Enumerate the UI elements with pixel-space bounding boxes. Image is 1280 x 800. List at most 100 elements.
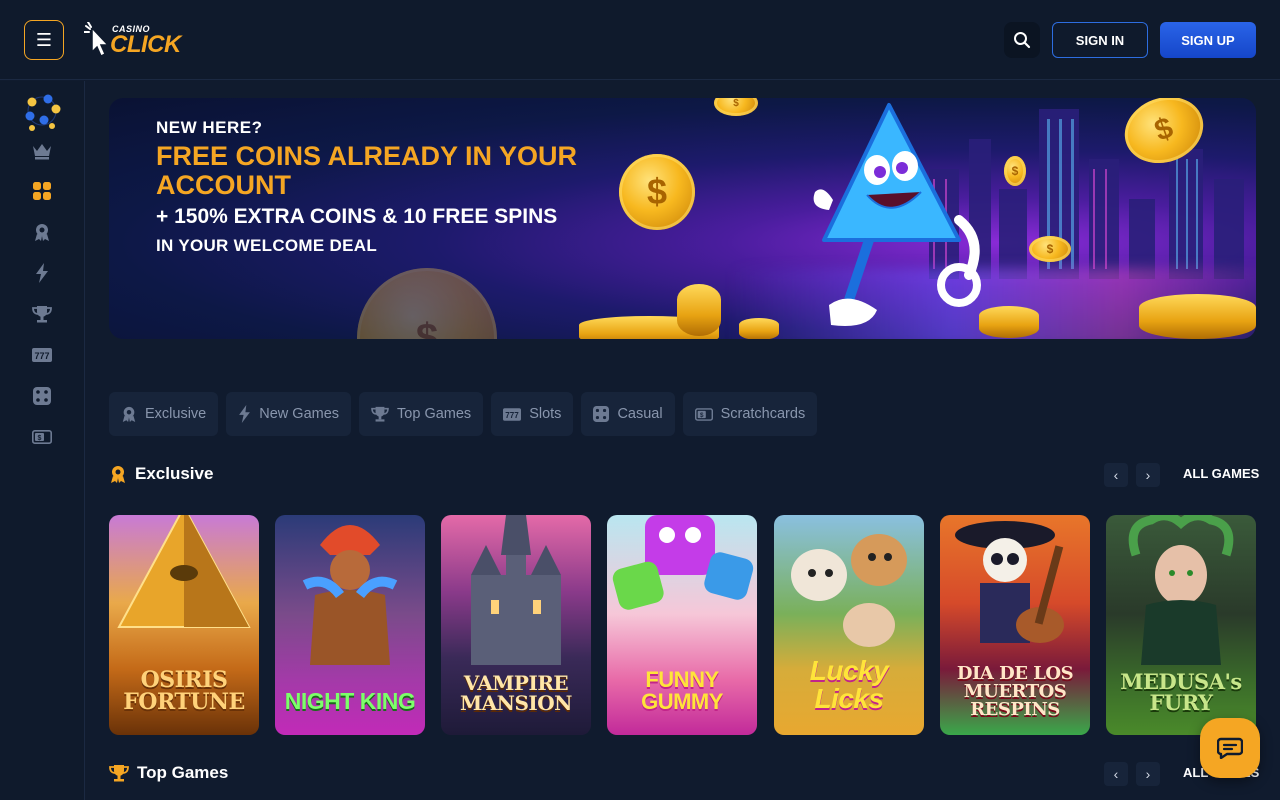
- top-games-section-header: Top Games: [109, 761, 228, 785]
- sign-up-button[interactable]: SIGN UP: [1160, 22, 1256, 58]
- coin-stack-image: [739, 318, 779, 339]
- castle-image: [471, 515, 561, 665]
- category-label: Top Games: [397, 406, 472, 422]
- section-title: Top Games: [137, 763, 229, 782]
- game-tile[interactable]: DIA DE LOS MUERTOS RESPINS: [940, 515, 1090, 735]
- game-title: NIGHT KING: [284, 688, 416, 714]
- banner-line-4: IN YOUR WELCOME DEAL: [156, 236, 378, 255]
- dogs-image: [791, 534, 907, 647]
- scratchcard-icon: $: [32, 430, 52, 444]
- sidebar-item-top-games[interactable]: [30, 302, 54, 326]
- live-chat-button[interactable]: [1200, 718, 1260, 778]
- exclusive-games-row: OSIRIS FORTUNE NIGHT KING VAMPIRE MANSIO…: [109, 515, 1256, 735]
- sidebar-item-grid[interactable]: [30, 179, 54, 203]
- hamburger-icon: ☰: [35, 30, 53, 50]
- scratchcard-icon: $: [694, 407, 713, 421]
- category-casual[interactable]: Casual: [581, 392, 675, 436]
- dice-icon: [33, 387, 51, 405]
- svg-text:$: $: [38, 435, 42, 442]
- crown-icon: [33, 144, 51, 160]
- svg-text:777: 777: [505, 411, 519, 420]
- category-slots[interactable]: 777 Slots: [491, 392, 574, 436]
- gummy-image: [612, 515, 754, 610]
- slots-icon: 777: [32, 348, 52, 362]
- trophy-icon: [109, 765, 129, 782]
- sidebar-item-avatars[interactable]: [22, 91, 62, 131]
- lightning-icon: [36, 263, 48, 283]
- banner-line-3: + 150% EXTRA COINS & 10 FREE SPINS: [156, 205, 558, 228]
- logo-big-text: CLICK: [110, 31, 181, 58]
- dice-icon: [593, 406, 610, 422]
- exclusive-prev-button[interactable]: ‹: [1104, 463, 1128, 487]
- chat-icon: [1217, 737, 1243, 759]
- sign-in-button[interactable]: SIGN IN: [1052, 22, 1148, 58]
- warrior-image: [302, 525, 398, 665]
- avatars-icon: [25, 94, 61, 131]
- trophy-icon: [371, 406, 389, 422]
- award-icon: [35, 224, 49, 241]
- mascot-arrow-image: [813, 103, 981, 326]
- exclusive-all-games-link[interactable]: ALL GAMES: [1183, 466, 1259, 481]
- casino-click-logo[interactable]: CASINO CLICK: [84, 22, 194, 58]
- svg-text:$: $: [700, 412, 704, 419]
- sidebar-item-new-games[interactable]: [30, 261, 54, 285]
- category-label: New Games: [259, 406, 340, 422]
- chevron-right-icon: ›: [1145, 766, 1151, 782]
- promo-banner[interactable]: $ $ $ $ $ $ NEW HERE? FREE COINS ALREADY…: [109, 98, 1256, 339]
- pyramid-image: [117, 515, 251, 628]
- category-exclusive[interactable]: Exclusive: [109, 392, 219, 436]
- category-new-games[interactable]: New Games: [226, 392, 352, 436]
- game-tile[interactable]: FUNNY GUMMY: [607, 515, 757, 735]
- award-icon: [122, 406, 136, 422]
- sidebar-item-scratchcards[interactable]: $: [30, 425, 54, 449]
- game-tile[interactable]: Lucky Licks: [774, 515, 924, 735]
- menu-button[interactable]: ☰: [24, 20, 64, 60]
- game-title: FUNNY GUMMY: [641, 667, 723, 714]
- sidebar-item-crown[interactable]: [30, 139, 54, 163]
- game-tile[interactable]: VAMPIRE MANSION: [441, 515, 591, 735]
- game-title: OSIRIS FORTUNE: [123, 667, 245, 715]
- trophy-icon: [32, 306, 52, 323]
- category-label: Scratchcards: [720, 406, 806, 422]
- search-button[interactable]: [1004, 22, 1040, 58]
- sidebar-item-casual[interactable]: [30, 384, 54, 408]
- chevron-left-icon: ‹: [1113, 766, 1119, 782]
- category-label: Slots: [529, 406, 562, 422]
- skeleton-guitar-image: [955, 521, 1064, 643]
- category-label: Casual: [617, 406, 663, 422]
- chevron-right-icon: ›: [1145, 467, 1151, 483]
- category-top-games[interactable]: Top Games: [359, 392, 484, 436]
- medusa-image: [1128, 515, 1234, 665]
- exclusive-next-button[interactable]: ›: [1136, 463, 1160, 487]
- top-games-prev-button[interactable]: ‹: [1104, 762, 1128, 786]
- top-games-next-button[interactable]: ›: [1136, 762, 1160, 786]
- slots-icon: 777: [503, 407, 522, 421]
- exclusive-section-header: Exclusive: [109, 462, 213, 486]
- coin-stack-image: [1139, 294, 1256, 339]
- category-chips: Exclusive New Games Top Games 777 Slots …: [109, 392, 818, 436]
- top-bar: ☰ CASINO CLICK SIGN IN SIGN UP: [0, 0, 1280, 80]
- coin-image: $: [1029, 236, 1071, 262]
- search-icon: [1014, 32, 1031, 49]
- sidebar: 777 $: [0, 81, 85, 800]
- category-scratchcards[interactable]: $ Scratchcards: [682, 392, 818, 436]
- game-title: MEDUSA's FURY: [1120, 669, 1242, 715]
- sidebar-item-exclusive[interactable]: [30, 220, 54, 244]
- coin-image: $: [619, 154, 695, 230]
- sidebar-item-slots[interactable]: 777: [30, 343, 54, 367]
- coin-image: $: [1004, 156, 1026, 186]
- banner-line-1: NEW HERE?: [156, 118, 263, 137]
- game-title: DIA DE LOS MUERTOS RESPINS: [956, 663, 1074, 720]
- game-title: Lucky Licks: [809, 655, 889, 714]
- game-title: VAMPIRE MANSION: [460, 671, 572, 715]
- game-tile[interactable]: NIGHT KING: [275, 515, 425, 735]
- banner-headline: FREE COINS ALREADY IN YOUR ACCOUNT: [156, 141, 578, 200]
- grid-icon: [33, 182, 51, 200]
- lightning-icon: [239, 405, 251, 423]
- award-icon: [111, 466, 125, 483]
- coin-image: $: [357, 268, 497, 339]
- game-tile[interactable]: OSIRIS FORTUNE: [109, 515, 259, 735]
- game-tile[interactable]: MEDUSA's FURY: [1106, 515, 1256, 735]
- category-label: Exclusive: [145, 406, 207, 422]
- chevron-left-icon: ‹: [1113, 467, 1119, 483]
